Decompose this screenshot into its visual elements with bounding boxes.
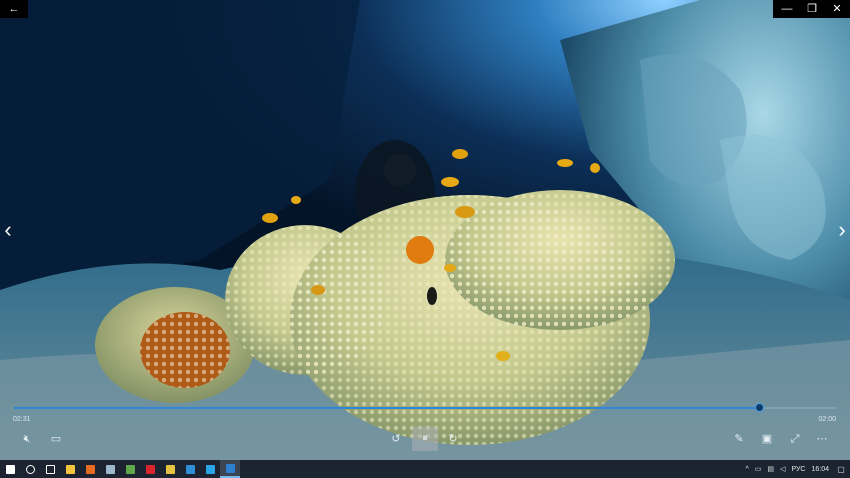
more-options-button[interactable]: ⋯ bbox=[810, 428, 834, 450]
fullscreen-button[interactable]: ⤢ bbox=[783, 428, 807, 450]
skip-back-icon: ↺ bbox=[391, 433, 401, 445]
seek-thumb[interactable] bbox=[754, 403, 764, 412]
search-taskbar-button[interactable] bbox=[20, 460, 40, 478]
firefox-icon bbox=[85, 464, 95, 474]
seek-bar[interactable] bbox=[14, 403, 836, 412]
app-icon bbox=[105, 464, 115, 474]
windows-start-icon bbox=[5, 464, 15, 474]
title-bar: ← — ❐ ✕ bbox=[0, 0, 850, 18]
skip-back-button[interactable]: ↺ bbox=[384, 428, 408, 450]
time-elapsed: 02:31 bbox=[13, 416, 31, 423]
pencil-icon: ✎ bbox=[734, 433, 744, 445]
skype-icon bbox=[205, 464, 215, 474]
more-icon: ⋯ bbox=[816, 433, 828, 445]
minimize-button[interactable]: — bbox=[773, 0, 801, 18]
app-icon-green bbox=[125, 464, 135, 474]
minimize-icon: — bbox=[781, 3, 793, 15]
pause-button[interactable]: ⏸︎ bbox=[412, 427, 438, 451]
close-icon: ✕ bbox=[832, 3, 842, 15]
opera-taskbar-button[interactable] bbox=[140, 460, 160, 478]
language-indicator[interactable]: РУС bbox=[788, 466, 808, 473]
chrome-icon bbox=[165, 464, 175, 474]
edge-taskbar-button[interactable] bbox=[180, 460, 200, 478]
maximize-icon: ❐ bbox=[807, 3, 817, 15]
pause-icon: ⏸︎ bbox=[422, 432, 428, 444]
file-explorer-icon bbox=[65, 464, 75, 474]
file-explorer-taskbar-button[interactable] bbox=[60, 460, 80, 478]
opera-icon bbox=[145, 464, 155, 474]
battery-icon[interactable]: ▭ bbox=[752, 465, 765, 473]
close-button[interactable]: ✕ bbox=[823, 0, 850, 18]
mute-button[interactable]: 🔇︎ bbox=[15, 428, 39, 450]
mini-view-button[interactable]: ▣ bbox=[755, 428, 779, 450]
network-icon[interactable]: ▤ bbox=[764, 465, 777, 473]
skip-forward-icon: ↻ bbox=[448, 433, 458, 445]
mini-view-icon: ▣ bbox=[761, 433, 773, 445]
movies-tv-icon bbox=[225, 463, 235, 473]
edge-icon bbox=[185, 464, 195, 474]
video-frame[interactable] bbox=[0, 0, 850, 460]
notification-icon: ▢ bbox=[837, 464, 845, 474]
movies-tv-taskbar-button[interactable] bbox=[220, 460, 240, 478]
chevron-left-icon: ‹ bbox=[4, 217, 12, 242]
next-video-button[interactable]: › bbox=[834, 215, 850, 245]
taskbar: ^ ▭ ▤ ◁ РУС 16:04 ▢ bbox=[0, 460, 850, 478]
edit-button[interactable]: ✎ bbox=[727, 428, 751, 450]
back-button[interactable]: ← bbox=[0, 0, 28, 18]
captions-icon: ▭ bbox=[50, 433, 62, 445]
previous-video-button[interactable]: ‹ bbox=[0, 215, 16, 245]
fullscreen-icon: ⤢ bbox=[790, 433, 800, 445]
seek-progress bbox=[14, 407, 759, 409]
captions-button[interactable]: ▭ bbox=[44, 428, 68, 450]
app-taskbar-button[interactable] bbox=[100, 460, 120, 478]
skype-taskbar-button[interactable] bbox=[200, 460, 220, 478]
arrow-left-icon: ← bbox=[8, 3, 20, 15]
speaker-muted-icon: 🔇︎ bbox=[23, 433, 31, 445]
chevron-up-icon[interactable]: ^ bbox=[743, 466, 752, 473]
search-icon bbox=[25, 464, 35, 474]
firefox-taskbar-button[interactable] bbox=[80, 460, 100, 478]
task-view-icon bbox=[45, 464, 55, 474]
taskbar-apps bbox=[0, 460, 240, 478]
chevron-right-icon: › bbox=[838, 217, 846, 242]
video-player-window: ← — ❐ ✕ ‹ › 02:31 02:00 🔇︎ ▭ ↺ ⏸︎ ↻ ✎ ▣ … bbox=[0, 0, 850, 460]
maximize-button[interactable]: ❐ bbox=[798, 0, 826, 18]
chrome-taskbar-button[interactable] bbox=[160, 460, 180, 478]
task-view-taskbar-button[interactable] bbox=[40, 460, 60, 478]
underwater-video-image bbox=[0, 0, 850, 460]
clock[interactable]: 16:04 bbox=[808, 466, 832, 473]
volume-icon[interactable]: ◁ bbox=[777, 465, 788, 473]
system-tray: ^ ▭ ▤ ◁ РУС 16:04 ▢ bbox=[743, 460, 850, 478]
notification-button[interactable]: ▢ bbox=[832, 460, 850, 478]
skip-forward-button[interactable]: ↻ bbox=[441, 428, 465, 450]
windows-start-taskbar-button[interactable] bbox=[0, 460, 20, 478]
app-icon-green-taskbar-button[interactable] bbox=[120, 460, 140, 478]
time-total: 02:00 bbox=[818, 416, 836, 423]
